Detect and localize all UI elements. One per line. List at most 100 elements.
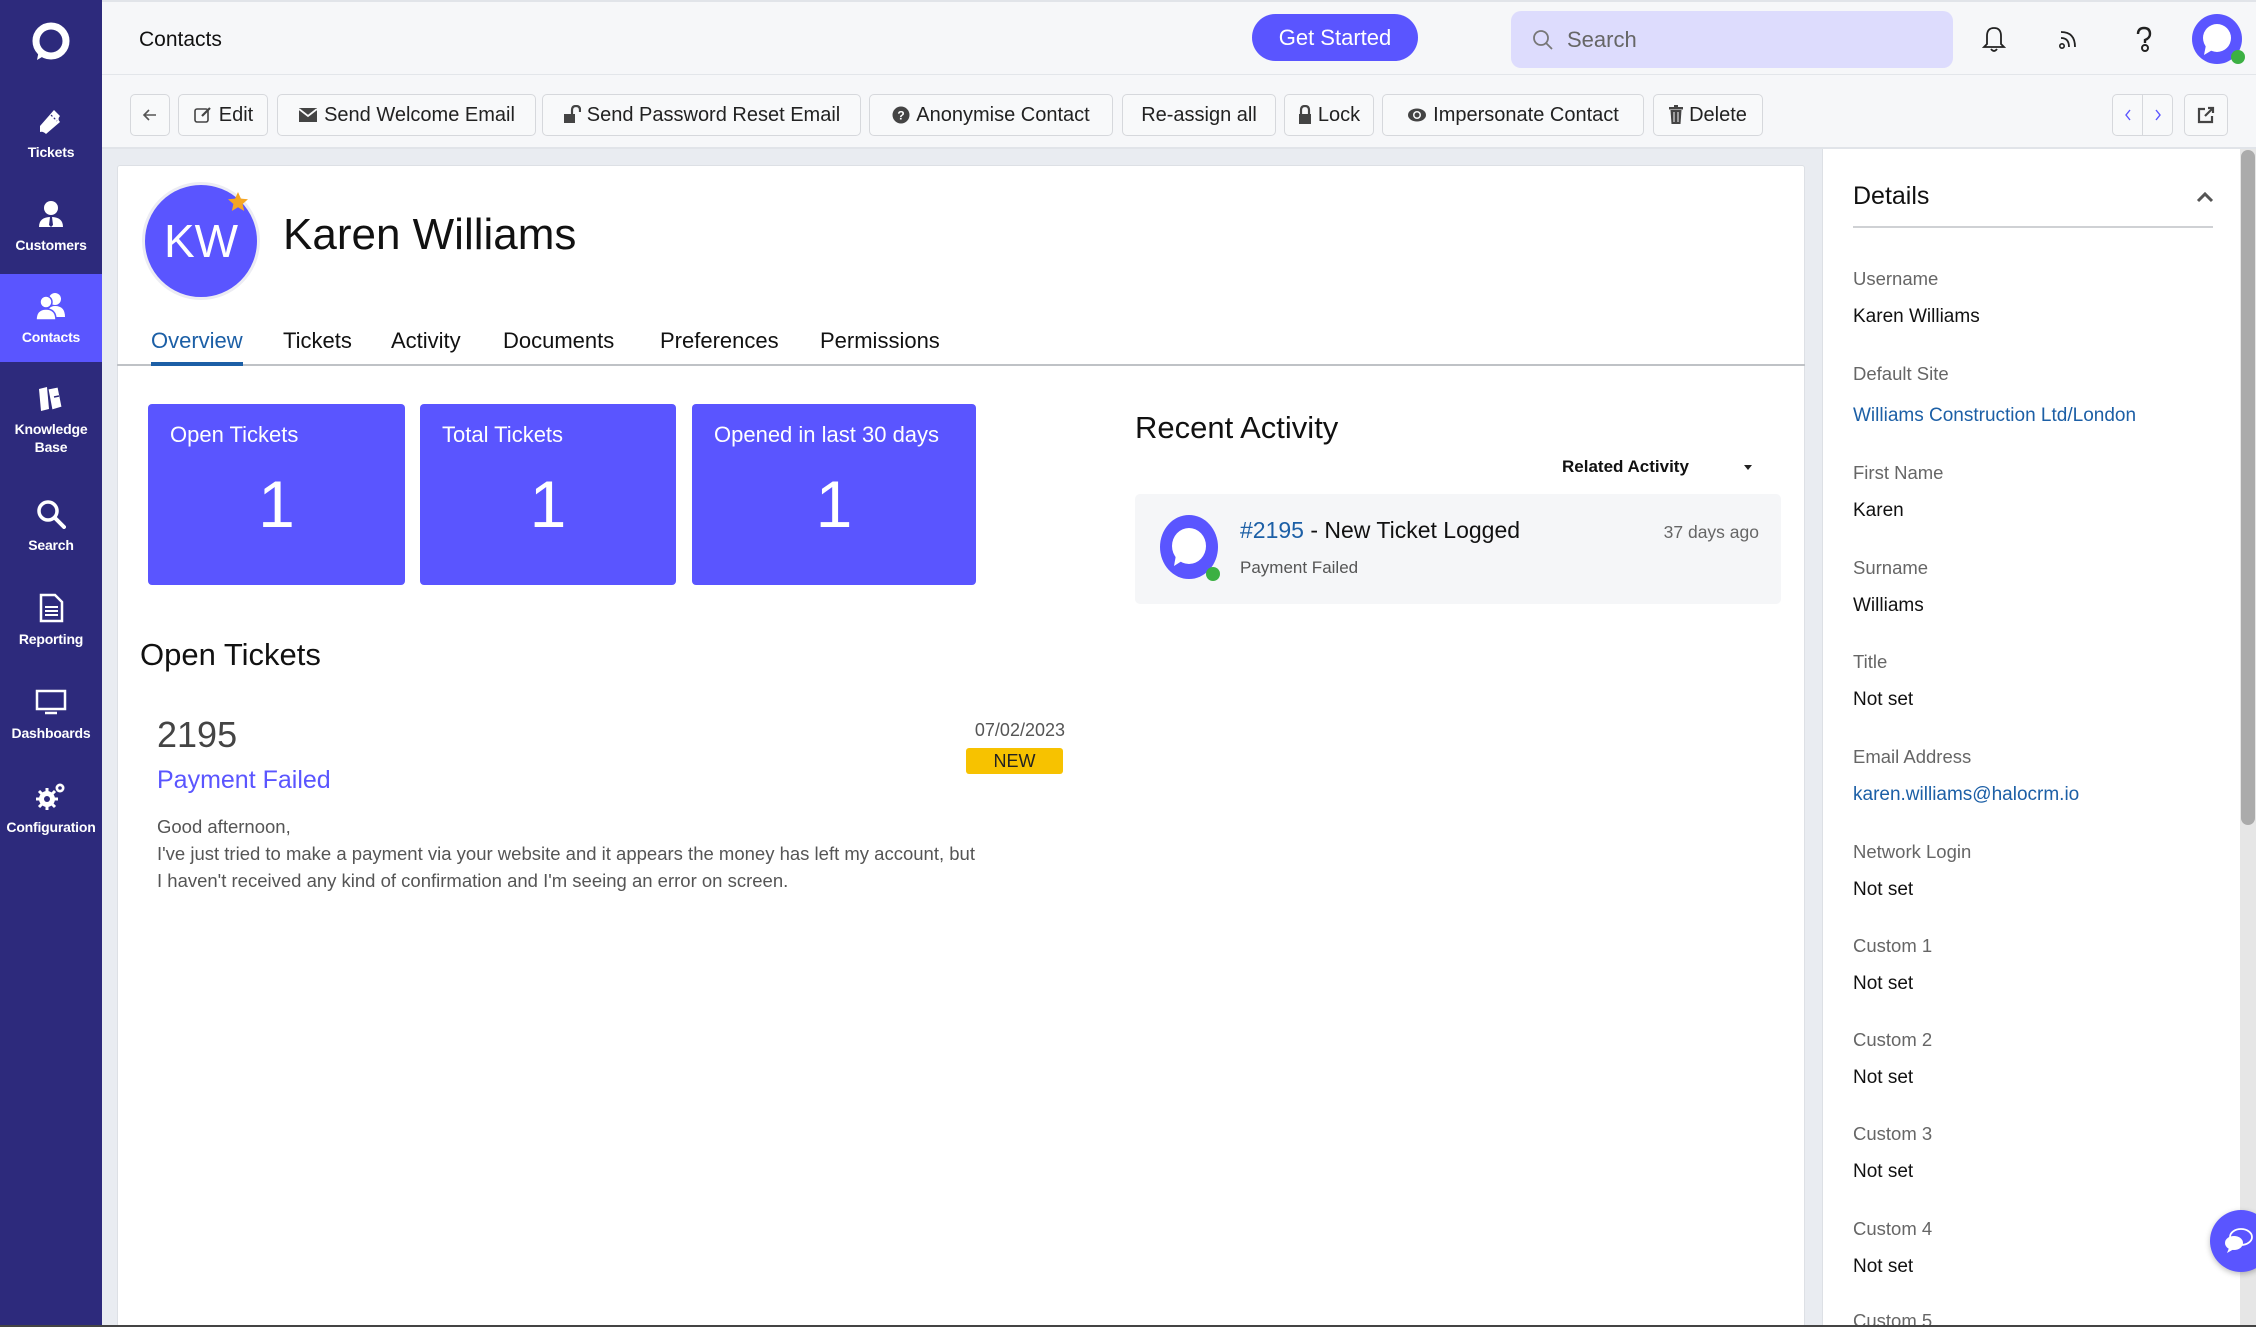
tab-activity[interactable]: Activity	[391, 328, 461, 366]
sidebar-item-search[interactable]: Search	[0, 482, 102, 570]
sidebar-item-label: Search	[28, 537, 74, 553]
sidebar-item-label: Dashboards	[11, 725, 91, 741]
search-icon	[35, 498, 67, 530]
details-scrollbar-thumb[interactable]	[2241, 150, 2255, 825]
open-new-window-button[interactable]	[2184, 94, 2228, 136]
back-button[interactable]	[130, 94, 170, 136]
email-link[interactable]: karen.williams@halocrm.io	[1853, 784, 2213, 806]
sidebar-item-label: Reporting	[18, 631, 84, 647]
search-field[interactable]	[1511, 11, 1953, 68]
sidebar-item-customers[interactable]: Customers	[0, 182, 102, 270]
report-icon	[35, 592, 67, 624]
tab-documents[interactable]: Documents	[503, 328, 614, 366]
monitor-icon	[35, 686, 67, 718]
anonymise-contact-button[interactable]: ? Anonymise Contact	[869, 94, 1113, 136]
ticket-subject-link[interactable]: Payment Failed	[157, 766, 331, 795]
search-icon	[1533, 29, 1553, 50]
field-surname: Surname Williams	[1853, 557, 2213, 617]
activity-title: #2195 - New Ticket Logged	[1240, 517, 1520, 544]
tab-overview[interactable]: Overview	[151, 328, 243, 366]
stat-value: 1	[815, 467, 853, 541]
field-label: First Name	[1853, 462, 1944, 483]
question-circle-icon: ?	[892, 106, 910, 124]
stat-total-tickets[interactable]: Total Tickets 1	[420, 404, 676, 585]
edit-icon	[193, 107, 211, 123]
search-input[interactable]	[1567, 26, 1927, 53]
contacts-icon	[35, 290, 67, 322]
field-label: Default Site	[1853, 363, 1949, 384]
chat-bubbles-icon	[2225, 1228, 2253, 1253]
ticket-date: 07/02/2023	[974, 720, 1065, 740]
activity-filter-dropdown[interactable]: Related Activity	[1562, 457, 1752, 481]
field-value: Not set	[1853, 973, 1914, 994]
sidebar-item-contacts[interactable]: Contacts	[0, 274, 102, 362]
field-custom-4: Custom 4 Not set	[1853, 1218, 2213, 1278]
help-button[interactable]	[2127, 22, 2161, 56]
field-custom-1: Custom 1 Not set	[1853, 935, 2213, 995]
chevron-right-icon	[2154, 109, 2161, 121]
send-welcome-email-button[interactable]: Send Welcome Email	[277, 94, 536, 136]
ticket-reference-link[interactable]: #2195	[1240, 517, 1304, 543]
field-label: Surname	[1853, 557, 1929, 578]
next-record-button[interactable]	[2142, 94, 2173, 136]
lock-button[interactable]: Lock	[1284, 94, 1374, 136]
field-label: Email Address	[1853, 746, 1972, 767]
sidebar-item-label: Knowledge Base	[14, 421, 88, 455]
field-title: Title Not set	[1853, 651, 2213, 711]
back-arrow-icon	[142, 109, 156, 121]
caret-down-icon	[1744, 465, 1752, 470]
field-custom-3: Custom 3 Not set	[1853, 1123, 2213, 1183]
halo-logo-icon	[32, 22, 70, 60]
field-first-name: First Name Karen	[1853, 462, 2213, 522]
chevron-up-icon[interactable]	[2193, 185, 2217, 209]
field-value: Not set	[1853, 1067, 1914, 1088]
activity-filter-value: Related Activity	[1562, 457, 1689, 476]
sidebar-item-dashboards[interactable]: Dashboards	[0, 670, 102, 758]
svg-text:?: ?	[898, 109, 905, 123]
previous-record-button[interactable]	[2112, 94, 2143, 136]
sidebar-item-label: Tickets	[27, 144, 75, 160]
button-label: Re-assign all	[1141, 103, 1257, 126]
star-icon[interactable]	[226, 190, 250, 214]
tab-permissions[interactable]: Permissions	[820, 328, 940, 366]
get-started-button[interactable]: Get Started	[1252, 14, 1418, 61]
open-tickets-heading: Open Tickets	[140, 637, 321, 672]
field-default-site: Default Site Williams Construction Ltd/L…	[1853, 363, 2213, 427]
tab-preferences[interactable]: Preferences	[660, 328, 779, 366]
sidebar-item-configuration[interactable]: Configuration	[0, 764, 102, 852]
action-toolbar: Edit Send Welcome Email Send Password Re…	[102, 75, 2256, 149]
stat-open-tickets[interactable]: Open Tickets 1	[148, 404, 405, 585]
field-label: Custom 2	[1853, 1029, 1933, 1050]
stat-opened-last-30-days[interactable]: Opened in last 30 days 1	[692, 404, 976, 585]
feed-button[interactable]	[2052, 22, 2086, 56]
button-label: Edit	[218, 103, 254, 126]
status-badge: NEW	[966, 748, 1063, 774]
button-label: Delete	[1689, 103, 1747, 126]
halo-user-icon	[2192, 14, 2245, 64]
details-panel: Details Username Karen Williams Default …	[1822, 149, 2240, 1327]
send-password-reset-button[interactable]: Send Password Reset Email	[542, 94, 861, 136]
reassign-all-button[interactable]: Re-assign all	[1122, 94, 1276, 136]
app-logo[interactable]	[0, 0, 102, 84]
delete-button[interactable]: Delete	[1653, 94, 1763, 136]
edit-button[interactable]: Edit	[178, 94, 268, 136]
default-site-link[interactable]: Williams Construction Ltd/London	[1853, 405, 2213, 427]
notifications-button[interactable]	[1977, 22, 2011, 56]
sidebar-item-tickets[interactable]: Tickets	[0, 89, 102, 177]
sidebar-item-label: Customers	[15, 237, 87, 253]
rss-icon	[2058, 31, 2076, 49]
tab-tickets[interactable]: Tickets	[283, 328, 352, 366]
stat-value: 1	[529, 467, 567, 541]
contact-tabs: Overview Tickets Activity Documents Pref…	[117, 322, 1805, 366]
sidebar-item-reporting[interactable]: Reporting	[0, 576, 102, 664]
sidebar-item-knowledge-base[interactable]: Knowledge Base	[0, 369, 102, 469]
impersonate-contact-button[interactable]: Impersonate Contact	[1382, 94, 1644, 136]
ticket-body: Good afternoon, I've just tried to make …	[157, 813, 1077, 894]
field-value: Williams	[1853, 595, 1924, 616]
user-avatar[interactable]	[2190, 13, 2246, 69]
button-label: Anonymise Contact	[916, 103, 1090, 126]
field-value: Not set	[1853, 689, 1914, 710]
ticket-icon	[35, 105, 67, 137]
activity-item[interactable]: #2195 - New Ticket Logged Payment Failed…	[1135, 494, 1781, 604]
field-label: Network Login	[1853, 841, 1972, 862]
